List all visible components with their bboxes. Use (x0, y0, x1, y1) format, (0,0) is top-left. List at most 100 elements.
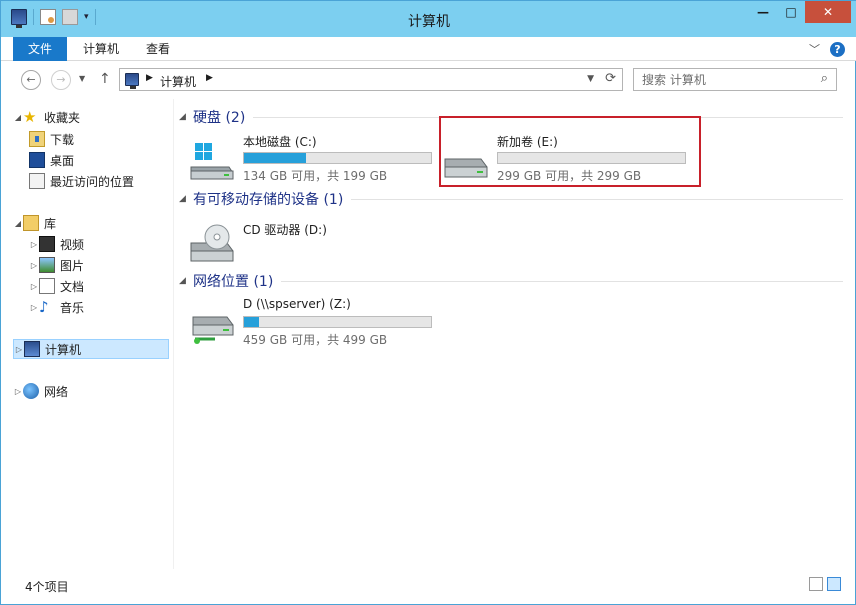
recent-locations-dropdown-icon[interactable]: ▼ (79, 74, 85, 83)
network-drive-icon (192, 316, 234, 344)
nav-label: 下载 (50, 132, 75, 147)
search-input[interactable] (634, 69, 804, 90)
address-bar[interactable]: ▶ 计算机 ▶ ▼ ⟳ (119, 68, 623, 91)
downloads-icon (29, 131, 45, 147)
expand-icon[interactable]: ▷ (14, 345, 24, 354)
collapse-group-icon[interactable]: ◢ (179, 112, 193, 122)
group-divider (281, 280, 843, 282)
drive-name: CD 驱动器 (D:) (243, 223, 327, 237)
documents-icon (39, 278, 55, 294)
group-header-removable[interactable]: ◢ 有可移动存储的设备 (1) (179, 189, 843, 209)
ribbon-tabs: 文件 计算机 查看 ﹀ ? (1, 37, 856, 61)
music-icon: ♪ (39, 298, 49, 316)
cd-drive-icon (190, 224, 234, 262)
drive-usage-fill (244, 153, 306, 163)
collapse-group-icon[interactable]: ◢ (179, 194, 193, 204)
recent-places-icon (29, 173, 45, 189)
ribbon-right: ﹀ ? (809, 41, 845, 57)
computer-icon (125, 73, 139, 89)
nav-recent-places[interactable]: 最近访问的位置 (29, 171, 169, 191)
nav-label: 桌面 (50, 153, 75, 168)
search-box[interactable]: ⌕ (633, 68, 837, 91)
drive-d-cd[interactable]: CD 驱动器 (D:) (189, 213, 439, 273)
status-item-count: 4个项目 (25, 580, 69, 594)
nav-label: 图片 (60, 258, 85, 273)
nav-network[interactable]: ▷ 网络 (13, 381, 169, 401)
pane-divider[interactable] (173, 99, 174, 569)
window-title: 计算机 (408, 14, 450, 30)
drive-free-space: 134 GB 可用，共 199 GB (243, 169, 388, 183)
up-button[interactable]: ↑ (99, 71, 111, 87)
group-label: 有可移动存储的设备 (1) (193, 192, 344, 208)
drive-name: D (\\spserver) (Z:) (243, 297, 351, 311)
nav-pictures[interactable]: ▷ 图片 (29, 255, 169, 275)
close-button[interactable]: ✕ (805, 1, 851, 23)
back-button[interactable]: ← (21, 70, 41, 90)
nav-label: 音乐 (60, 300, 85, 315)
breadcrumb-computer[interactable]: 计算机 (160, 73, 196, 90)
details-view-icon[interactable] (809, 577, 823, 591)
nav-documents[interactable]: ▷ 文档 (29, 276, 169, 296)
windows-drive-icon (190, 143, 234, 180)
search-icon[interactable]: ⌕ (821, 71, 828, 86)
network-icon (23, 383, 39, 399)
computer-icon (24, 341, 40, 357)
drive-free-space: 459 GB 可用，共 499 GB (243, 333, 388, 347)
drive-usage-bar (243, 152, 432, 164)
nav-label: 收藏夹 (44, 110, 81, 125)
title-bar: ▾ 计算机 — □ ✕ (1, 1, 856, 37)
expand-icon[interactable]: ▷ (13, 387, 23, 396)
group-label: 硬盘 (2) (193, 110, 246, 126)
drive-usage-bar (243, 316, 432, 328)
tiles-view-icon[interactable] (827, 577, 841, 591)
nav-computer[interactable]: ▷ 计算机 (13, 339, 169, 359)
minimize-button[interactable]: — (749, 1, 777, 23)
nav-label: 视频 (60, 237, 85, 252)
nav-downloads[interactable]: 下载 (29, 129, 169, 149)
drive-z-network[interactable]: D (\\spserver) (Z:) 459 GB 可用，共 499 GB (189, 295, 439, 355)
collapse-group-icon[interactable]: ◢ (179, 276, 193, 286)
nav-label: 网络 (44, 384, 69, 399)
libraries-icon (23, 215, 39, 231)
breadcrumb-separator-icon[interactable]: ▶ (206, 73, 213, 83)
maximize-button[interactable]: □ (777, 1, 805, 23)
highlight-box (439, 116, 701, 187)
collapse-icon[interactable]: ◢ (13, 219, 23, 228)
collapse-icon[interactable]: ◢ (13, 113, 23, 122)
window-controls: — □ ✕ (749, 1, 851, 23)
nav-label: 库 (44, 216, 57, 231)
navigation-pane: ◢ ★ 收藏夹 下载 桌面 最近访问的位置 ◢ 库 ▷ 视频 ▷ 图片 ▷ 文档… (13, 101, 171, 571)
expand-ribbon-icon[interactable]: ﹀ (809, 41, 820, 57)
refresh-icon[interactable]: ⟳ (605, 71, 616, 86)
forward-button[interactable]: → (51, 70, 71, 90)
group-label: 网络位置 (1) (193, 274, 274, 290)
nav-videos[interactable]: ▷ 视频 (29, 234, 169, 254)
nav-music[interactable]: ▷ ♪ 音乐 (29, 297, 169, 317)
videos-icon (39, 236, 55, 252)
nav-label: 计算机 (45, 342, 82, 357)
tab-file[interactable]: 文件 (13, 37, 67, 61)
expand-icon[interactable]: ▷ (29, 261, 39, 270)
favorites-star-icon: ★ (23, 108, 37, 126)
group-divider (351, 198, 843, 200)
drive-c[interactable]: 本地磁盘 (C:) 134 GB 可用，共 199 GB (189, 131, 439, 191)
help-icon[interactable]: ? (830, 41, 845, 57)
nav-favorites[interactable]: ◢ ★ 收藏夹 (13, 107, 169, 127)
desktop-icon (29, 152, 45, 168)
nav-label: 文档 (60, 279, 85, 294)
expand-icon[interactable]: ▷ (29, 303, 39, 312)
group-header-network-locations[interactable]: ◢ 网络位置 (1) (179, 271, 843, 291)
explorer-window: ▾ 计算机 — □ ✕ 文件 计算机 查看 ﹀ ? ← → ▼ ↑ ▶ 计算机 … (0, 0, 856, 605)
expand-icon[interactable]: ▷ (29, 282, 39, 291)
breadcrumb-separator-icon[interactable]: ▶ (146, 73, 153, 83)
address-toolbar: ← → ▼ ↑ ▶ 计算机 ▶ ▼ ⟳ ⌕ (1, 62, 856, 98)
tab-view[interactable]: 查看 (141, 37, 175, 61)
nav-libraries[interactable]: ◢ 库 (13, 213, 169, 233)
drive-name: 本地磁盘 (C:) (243, 135, 317, 149)
pictures-icon (39, 257, 55, 273)
drive-usage-fill (244, 317, 259, 327)
expand-icon[interactable]: ▷ (29, 240, 39, 249)
address-dropdown-icon[interactable]: ▼ (587, 74, 594, 84)
tab-computer[interactable]: 计算机 (79, 37, 123, 61)
nav-desktop[interactable]: 桌面 (29, 150, 169, 170)
